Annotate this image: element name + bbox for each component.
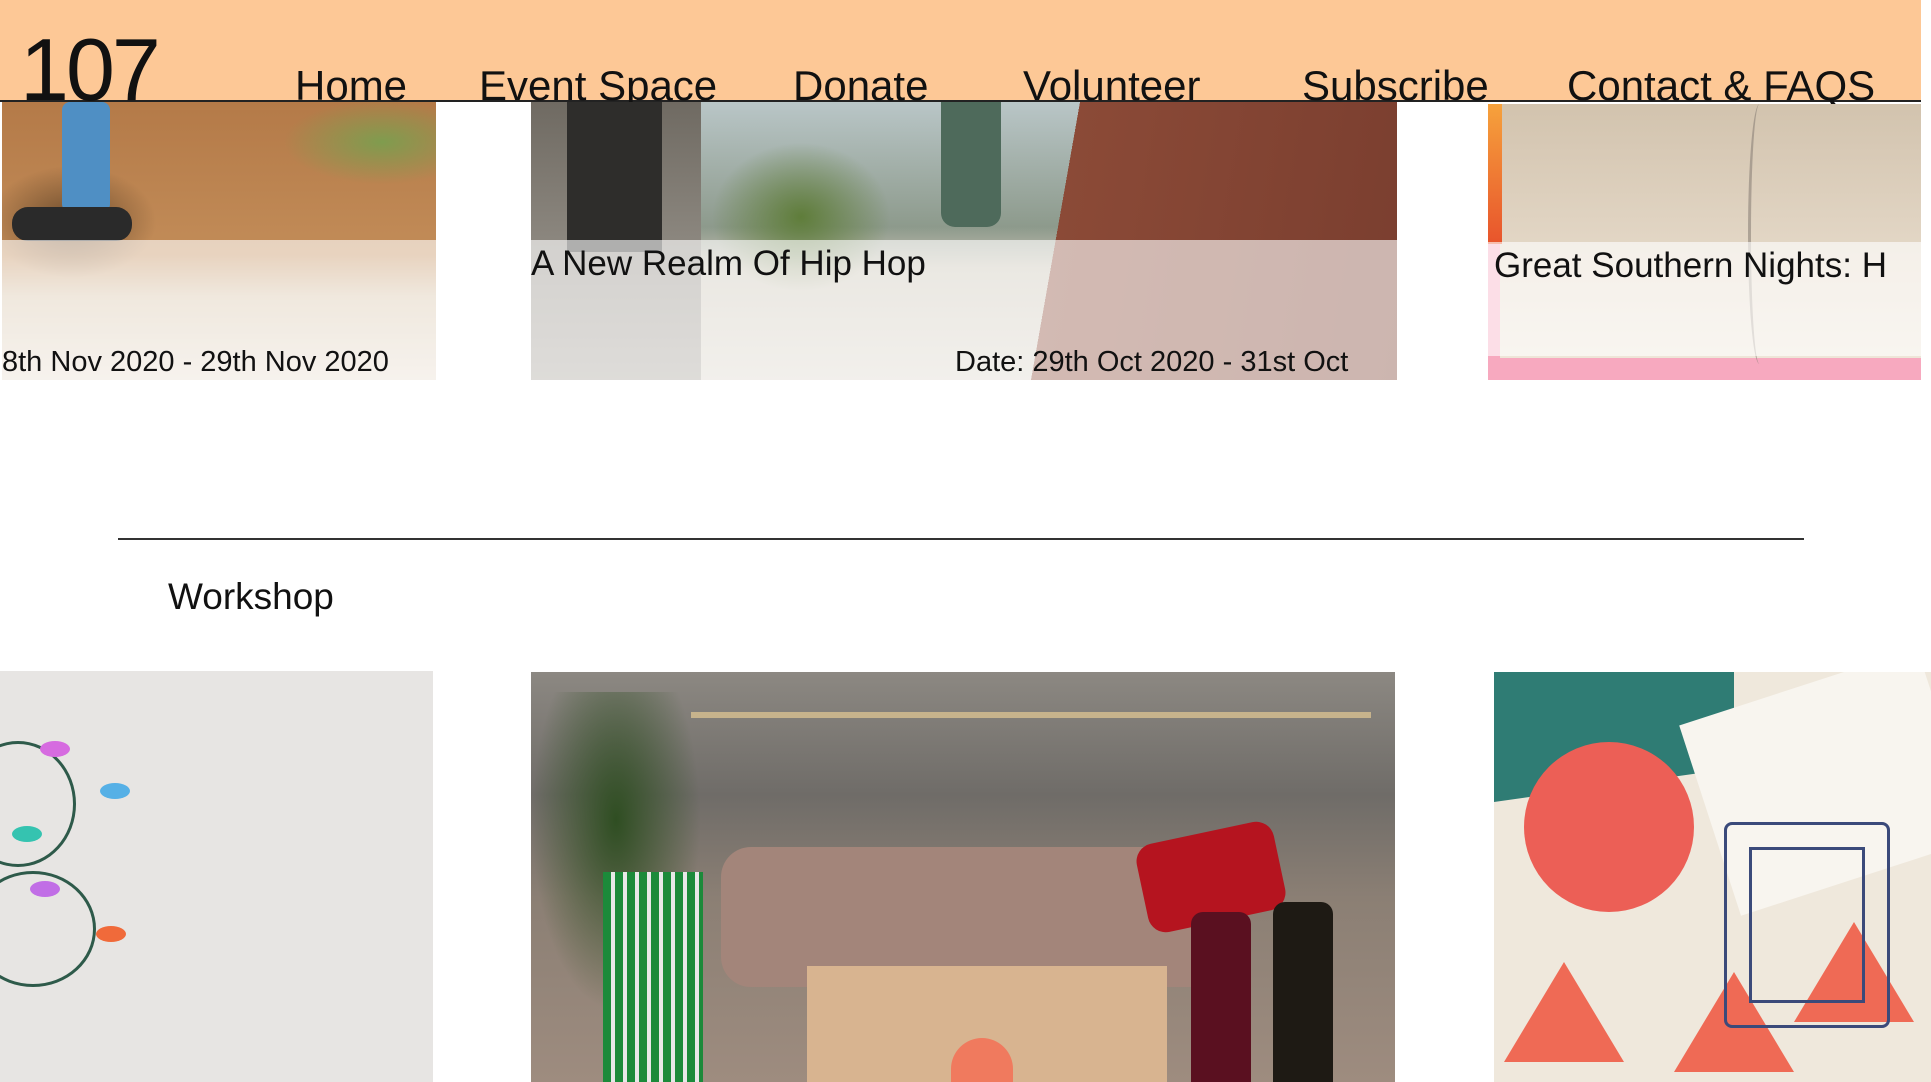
event-title: Great Southern Nights: H <box>1494 246 1887 285</box>
site-header: 107 Home Event Space Donate Volunteer Su… <box>0 0 1921 114</box>
event-date: Date: 29th Oct 2020 - 31st Oct <box>955 346 1349 378</box>
event-image-detail <box>12 207 132 241</box>
workshop-image-detail <box>30 881 60 897</box>
event-card[interactable]: Great Southern Nights: H <box>1488 104 1921 380</box>
workshop-image-detail <box>1524 742 1694 912</box>
event-title: A New Realm Of Hip Hop <box>531 244 926 283</box>
workshop-image-detail <box>0 741 76 867</box>
event-card[interactable]: 8th Nov 2020 - 29th Nov 2020 <box>2 102 436 380</box>
event-image-detail <box>567 102 662 252</box>
event-image-detail <box>941 102 1001 227</box>
section-divider <box>118 538 1804 540</box>
workshop-card[interactable] <box>0 671 433 1082</box>
event-image-detail <box>1488 104 1502 244</box>
workshop-image-detail <box>1273 902 1333 1082</box>
section-title: Workshop <box>168 576 334 617</box>
workshop-image-detail <box>1749 847 1865 1003</box>
workshop-image-detail <box>40 741 70 757</box>
workshop-image-detail <box>12 826 42 842</box>
workshop-image-detail <box>603 872 703 1082</box>
event-card[interactable]: A New Realm Of Hip Hop Date: 29th Oct 20… <box>531 102 1397 380</box>
event-image-detail <box>62 102 110 212</box>
workshop-card[interactable] <box>1494 672 1931 1082</box>
event-date: 8th Nov 2020 - 29th Nov 2020 <box>2 346 389 378</box>
nav-contact-faqs[interactable]: Contact & FAQS <box>1567 62 1875 110</box>
workshop-image-detail <box>1191 912 1251 1082</box>
workshop-image-detail <box>96 926 126 942</box>
main-nav: Home Event Space Donate Volunteer Subscr… <box>0 0 1921 109</box>
workshop-image-detail <box>691 712 1371 718</box>
workshop-image-detail <box>100 783 130 799</box>
workshop-image-detail <box>1504 962 1624 1062</box>
workshop-card[interactable] <box>531 672 1395 1082</box>
